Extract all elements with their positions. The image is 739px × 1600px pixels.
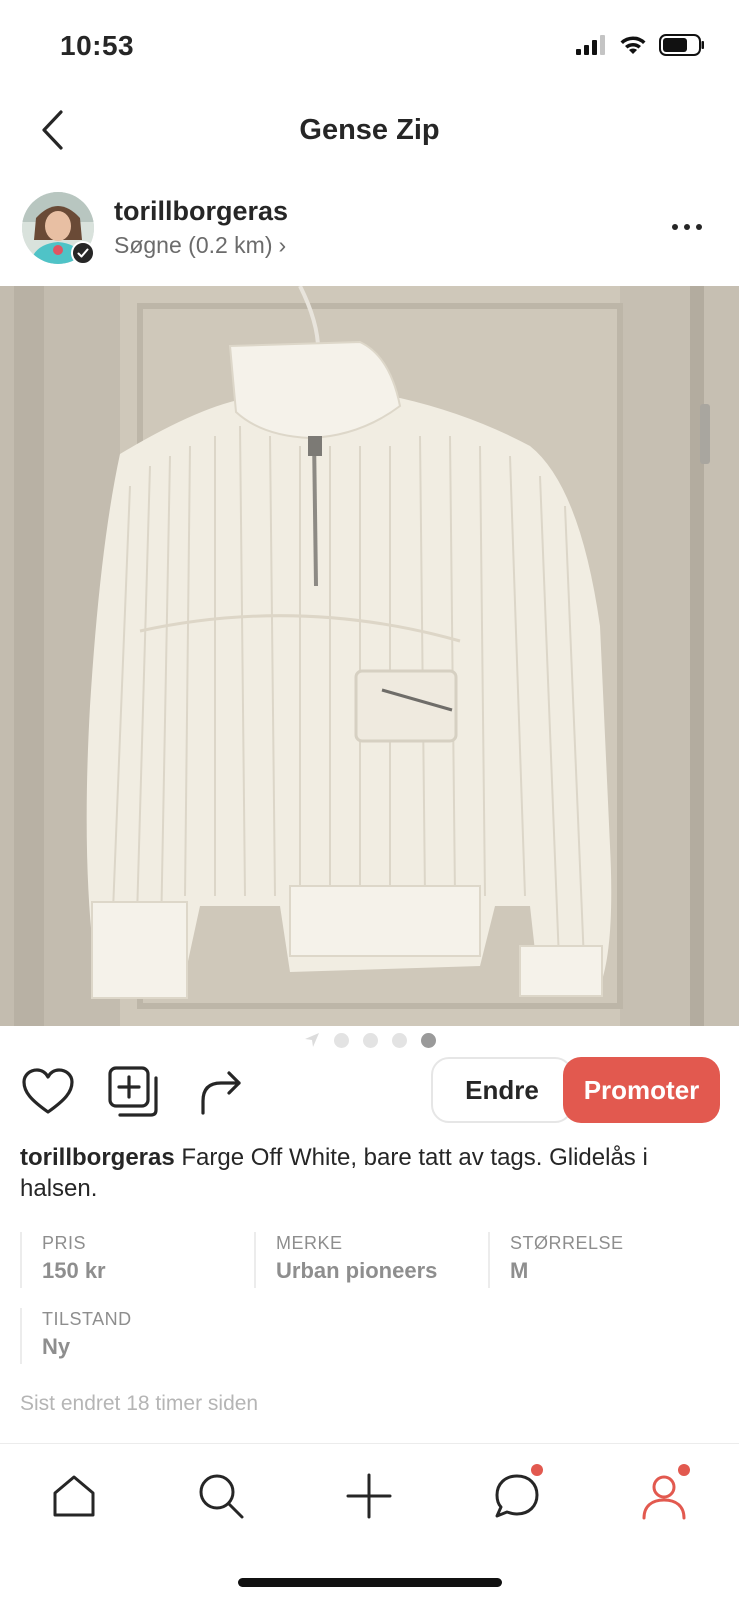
attribute-price: PRIS 150 kr: [20, 1232, 250, 1288]
tab-profile[interactable]: [634, 1464, 694, 1526]
save-to-collection-button[interactable]: [106, 1064, 162, 1120]
plus-icon: [346, 1473, 392, 1519]
attribute-label: TILSTAND: [42, 1309, 132, 1329]
home-indicator: [238, 1578, 502, 1587]
tab-messages[interactable]: [487, 1464, 547, 1526]
carousel-dot[interactable]: [333, 1032, 349, 1048]
search-icon: [199, 1474, 244, 1519]
seller-username[interactable]: torillborgeras: [114, 196, 288, 227]
carousel-indicator[interactable]: [0, 1030, 739, 1050]
chevron-right-icon: ›: [278, 232, 287, 258]
notification-badge: [678, 1464, 690, 1476]
attribute-size: STØRRELSE M: [488, 1232, 718, 1288]
attribute-label: PRIS: [42, 1233, 87, 1253]
attribute-label: MERKE: [276, 1233, 343, 1253]
profile-icon: [642, 1475, 686, 1520]
attribute-value: Urban pioneers: [276, 1258, 438, 1283]
add-to-collection-icon: [108, 1066, 158, 1117]
share-arrow-icon: [201, 1071, 241, 1115]
status-bar: 10:53: [0, 0, 739, 90]
bottom-tab-bar: [0, 1443, 739, 1600]
attribute-condition: TILSTAND Ny: [20, 1308, 250, 1364]
signal-icon: [576, 35, 605, 55]
sweater-illustration: [0, 286, 739, 1026]
attribute-label: STØRRELSE: [510, 1233, 624, 1253]
more-dot-icon: [672, 224, 678, 230]
description-username[interactable]: torillborgeras: [20, 1144, 175, 1171]
nav-header: Gense Zip: [0, 96, 739, 166]
status-icons: [575, 34, 705, 56]
like-button[interactable]: [20, 1064, 76, 1120]
seller-location[interactable]: Søgne (0.2 km) ›: [114, 232, 286, 259]
battery-icon: [659, 34, 704, 56]
page-title: Gense Zip: [299, 114, 440, 146]
location-arrow-icon: [304, 1033, 319, 1047]
attribute-value: Ny: [42, 1334, 71, 1359]
more-dot-icon: [684, 224, 690, 230]
more-dot-icon: [696, 224, 702, 230]
tab-create[interactable]: [339, 1466, 399, 1526]
status-time: 10:53: [60, 30, 135, 61]
carousel-dot[interactable]: [391, 1032, 407, 1048]
carousel-dot[interactable]: [362, 1032, 378, 1048]
seller-location-text: Søgne (0.2 km): [114, 232, 273, 258]
verified-badge-icon: [71, 241, 95, 265]
attribute-value: M: [510, 1258, 529, 1283]
action-row: Endre Promoter: [0, 1056, 739, 1126]
tab-home[interactable]: [44, 1466, 104, 1526]
heart-icon: [22, 1068, 74, 1114]
carousel-dot-active[interactable]: [420, 1032, 436, 1048]
more-options-button[interactable]: [665, 212, 709, 242]
home-icon: [53, 1475, 95, 1517]
product-photo[interactable]: [0, 286, 739, 1026]
share-button[interactable]: [192, 1064, 248, 1120]
attribute-brand: MERKE Urban pioneers: [254, 1232, 484, 1288]
notification-badge: [531, 1464, 543, 1476]
promote-button[interactable]: Promoter: [563, 1057, 720, 1123]
seller-row[interactable]: torillborgeras Søgne (0.2 km) ›: [0, 186, 739, 276]
tab-search[interactable]: [191, 1466, 251, 1526]
attribute-value: 150 kr: [42, 1258, 106, 1283]
wifi-icon: [620, 36, 646, 54]
edit-button[interactable]: Endre: [431, 1057, 573, 1123]
last-edited-text: Sist endret 18 timer siden: [20, 1392, 259, 1415]
chat-icon: [495, 1474, 539, 1518]
listing-description: torillborgeras Farge Off White, bare tat…: [20, 1142, 720, 1204]
